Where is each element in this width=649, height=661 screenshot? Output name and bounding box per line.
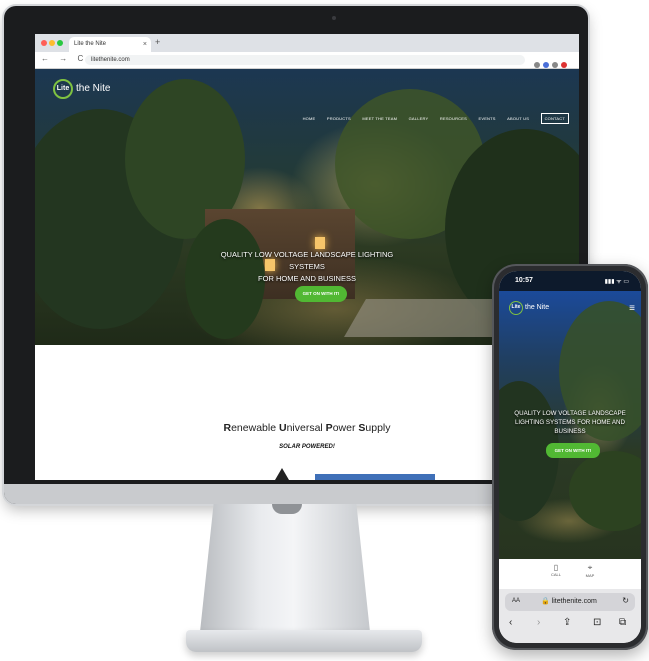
new-tab-button[interactable]: + <box>155 37 160 47</box>
hero-title-line1: QUALITY LOW VOLTAGE LANDSCAPE LIGHTING S… <box>220 250 394 271</box>
signal-wifi-battery-icon: ▮▮▮ ᯤ ▭ <box>604 279 629 285</box>
tree-shape <box>569 451 641 531</box>
phone-hero-title: QUALITY LOW VOLTAGE LANDSCAPE LIGHTING S… <box>514 410 626 435</box>
map-label: MAP <box>585 573 595 578</box>
status-time: 10:57 <box>515 277 533 284</box>
phone-status-bar: 10:57 ▮▮▮ ᯤ ▭ <box>499 271 641 291</box>
minimize-window-icon[interactable] <box>49 40 55 46</box>
phone-get-on-with-it-button[interactable]: GET ON WITH IT! <box>546 443 600 458</box>
nav-home[interactable]: HOME <box>303 116 316 121</box>
safari-toolbar: AA 🔒 litethenite.com ↻ ‹ › ⇪ ⊡ ⧉ <box>499 589 641 643</box>
logo-mark: Lite <box>53 79 73 99</box>
title-part: upply <box>365 422 391 434</box>
nav-gallery[interactable]: GALLERY <box>409 116 429 121</box>
extension-icon[interactable] <box>543 62 549 68</box>
browser-tab-bar: Lite the Nite × + <box>35 34 579 52</box>
extension-icon[interactable] <box>534 62 540 68</box>
safari-url[interactable]: 🔒 litethenite.com <box>541 597 597 605</box>
profile-icon[interactable] <box>561 62 567 68</box>
logo-text: the Nite <box>76 83 111 94</box>
phone-bottom-bar: ▯ CALL ⌖ MAP <box>499 559 641 589</box>
back-icon[interactable]: ‹ <box>509 617 512 628</box>
reader-aa-button[interactable]: AA <box>512 598 520 604</box>
monitor-stand-base <box>186 630 422 652</box>
title-part: enewable <box>231 422 279 434</box>
safari-address-bar[interactable]: AA 🔒 litethenite.com ↻ <box>505 593 635 611</box>
map-button[interactable]: ⌖ MAP <box>575 563 605 578</box>
hero-title-line2: FOR HOME AND BUSINESS <box>258 274 356 283</box>
phone-hero: Lite the Nite ≡ QUALITY LOW VOLTAGE LAND… <box>499 291 641 559</box>
lit-window <box>315 237 325 249</box>
browser-tab[interactable]: Lite the Nite × <box>69 37 151 52</box>
share-icon[interactable]: ⇪ <box>563 617 571 628</box>
product-image-strip <box>315 474 435 480</box>
nav-events[interactable]: EVENTS <box>478 116 495 121</box>
title-initial: P <box>325 422 333 434</box>
call-button[interactable]: ▯ CALL <box>541 563 571 577</box>
hamburger-menu-icon[interactable]: ≡ <box>629 303 635 314</box>
nav-resources[interactable]: RESOURCES <box>440 116 467 121</box>
hero-title: QUALITY LOW VOLTAGE LANDSCAPE LIGHTING S… <box>207 249 407 285</box>
phone-screen: 10:57 ▮▮▮ ᯤ ▭ Lite the Nite ≡ QUALITY LO… <box>499 271 641 643</box>
product-image-fragment <box>275 468 289 480</box>
camera-dot <box>332 16 336 20</box>
extension-icon[interactable] <box>552 62 558 68</box>
extension-icons[interactable] <box>531 55 571 68</box>
maximize-window-icon[interactable] <box>57 40 63 46</box>
address-bar[interactable]: litethenite.com <box>85 55 525 65</box>
tabs-icon[interactable]: ⧉ <box>619 617 626 628</box>
title-part: niversal <box>286 422 326 434</box>
phone-logo-text: the Nite <box>525 304 550 311</box>
nav-about-us[interactable]: ABOUT US <box>507 116 529 121</box>
call-label: CALL <box>550 572 561 577</box>
phone-icon: ▯ <box>553 563 559 572</box>
tab-close-icon[interactable]: × <box>143 37 147 52</box>
title-initial: U <box>278 422 287 434</box>
get-on-with-it-button[interactable]: GET ON WITH IT! <box>295 286 347 302</box>
site-nav: HOME PRODUCTS MEET THE TEAM GALLERY RESO… <box>296 107 569 125</box>
phone-logo-mark[interactable]: Lite <box>509 301 523 315</box>
map-pin-icon: ⌖ <box>587 563 593 572</box>
monitor-stand <box>200 504 370 632</box>
title-initial: R <box>223 422 232 434</box>
nav-contact-button[interactable]: CONTACT <box>540 113 569 124</box>
forward-icon[interactable]: › <box>537 617 540 628</box>
reload-icon[interactable]: ↻ <box>622 596 629 605</box>
tab-title: Lite the Nite <box>74 41 107 47</box>
bookmarks-icon[interactable]: ⊡ <box>593 617 601 628</box>
nav-meet-the-team[interactable]: MEET THE TEAM <box>362 116 397 121</box>
title-part: ower <box>332 422 359 434</box>
nav-products[interactable]: PRODUCTS <box>327 116 351 121</box>
close-window-icon[interactable] <box>41 40 47 46</box>
browser-toolbar: ← → C ⌂ litethenite.com <box>35 52 579 69</box>
